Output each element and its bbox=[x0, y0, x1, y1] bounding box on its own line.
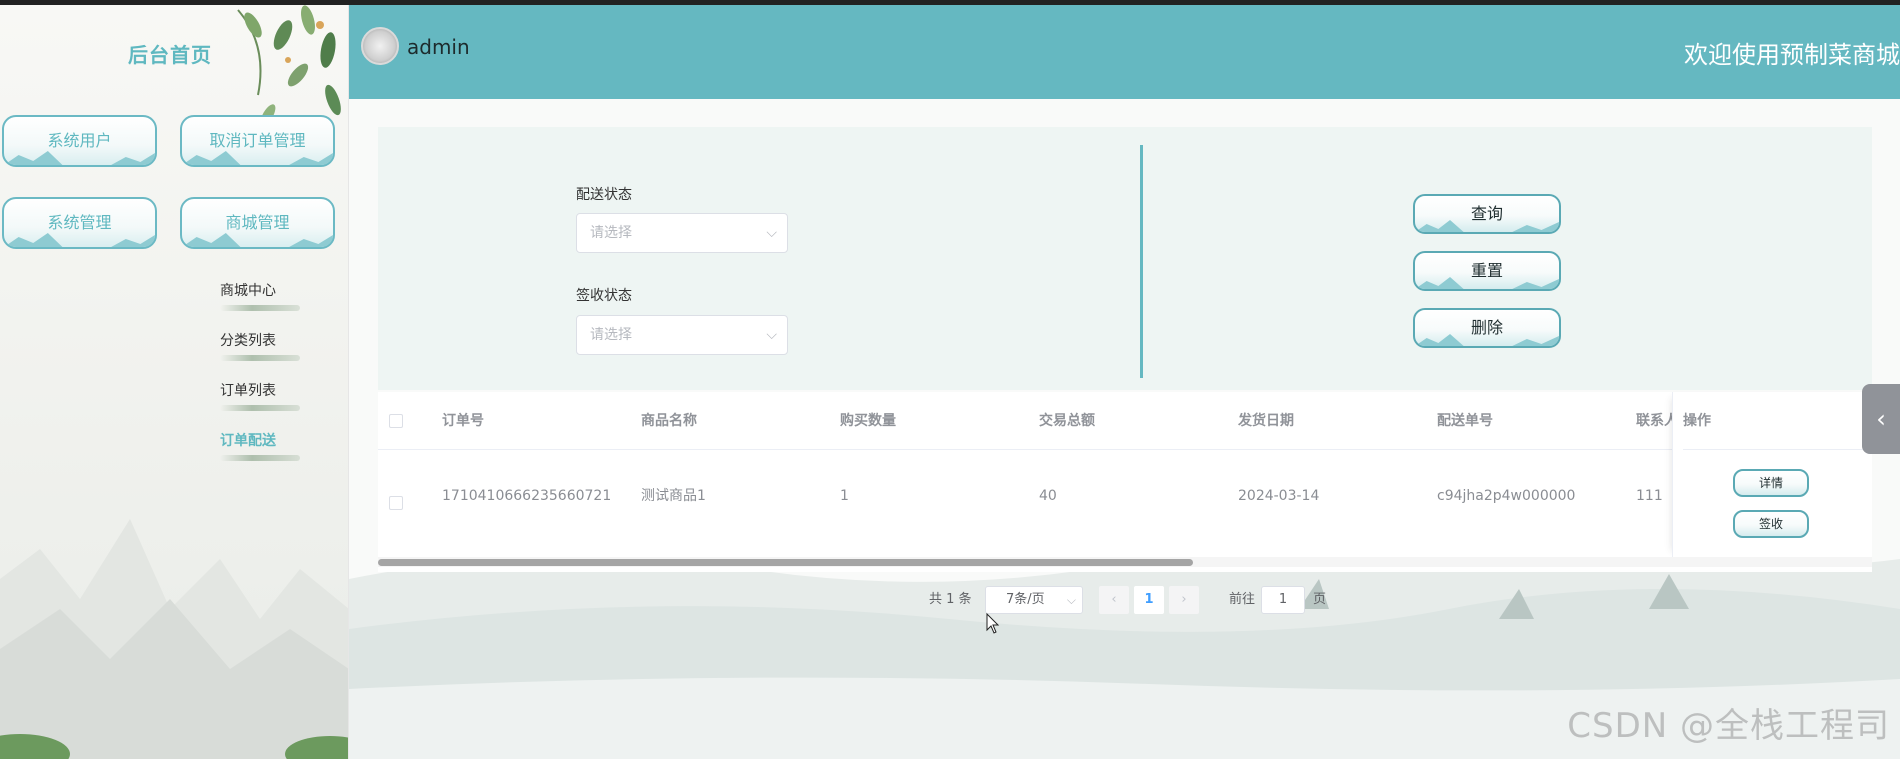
sub-item-category-list[interactable]: 分类列表 bbox=[220, 330, 320, 361]
select-placeholder: 请选择 bbox=[590, 225, 632, 241]
page-size-select[interactable]: 7条/页 ⌵ bbox=[985, 586, 1083, 614]
chevron-down-icon: ⌵ bbox=[766, 225, 777, 241]
delivery-status-label: 配送状态 bbox=[576, 187, 632, 203]
cell-ship-date: 2024-03-14 bbox=[1238, 488, 1320, 504]
sub-item-label: 商城中心 bbox=[220, 283, 276, 299]
detail-button[interactable]: 详情 bbox=[1733, 469, 1809, 497]
cell-contact: 111 bbox=[1636, 488, 1663, 504]
sign-button[interactable]: 签收 bbox=[1733, 510, 1809, 538]
column-header-order-no[interactable]: 订单号 bbox=[442, 392, 484, 450]
select-all-checkbox[interactable] bbox=[389, 414, 403, 428]
column-header-product[interactable]: 商品名称 bbox=[641, 392, 697, 450]
column-header-total[interactable]: 交易总额 bbox=[1039, 392, 1095, 450]
menu-item-mall-management[interactable]: 商城管理 bbox=[180, 197, 335, 249]
sub-item-label: 订单列表 bbox=[220, 383, 276, 399]
select-placeholder: 请选择 bbox=[590, 327, 632, 343]
menu-item-label: 系统管理 bbox=[47, 213, 112, 232]
sidebar-title[interactable]: 后台首页 bbox=[115, 39, 225, 68]
cell-product: 测试商品1 bbox=[641, 488, 706, 504]
welcome-text: 欢迎使用预制菜商城 bbox=[1684, 41, 1900, 69]
divider bbox=[1140, 145, 1143, 378]
cell-order-no: 1710410666235660721 bbox=[442, 488, 612, 504]
menu-item-label: 系统用户 bbox=[47, 131, 112, 150]
brush-stroke bbox=[220, 355, 300, 361]
query-button[interactable]: 查询 bbox=[1413, 194, 1561, 234]
cell-delivery-no: c94jha2p4w000000 bbox=[1437, 488, 1576, 504]
search-panel: 配送状态 请选择 ⌵ 签收状态 请选择 ⌵ 查询 重置 删除 bbox=[378, 127, 1872, 390]
receipt-status-select[interactable]: 请选择 ⌵ bbox=[576, 315, 788, 355]
watermark: CSDN @全栈工程司 bbox=[1567, 706, 1890, 746]
actions-column: 操作 详情 签收 bbox=[1672, 392, 1872, 557]
main-content: 配送状态 请选择 ⌵ 签收状态 请选择 ⌵ 查询 重置 删除 订单号 商品名称 … bbox=[349, 99, 1900, 759]
collapse-panel-button[interactable]: ‹ bbox=[1862, 384, 1900, 454]
next-page-button[interactable]: › bbox=[1169, 586, 1199, 614]
avatar[interactable] bbox=[361, 27, 399, 65]
chevron-left-icon: ‹ bbox=[1876, 405, 1886, 433]
column-header-quantity[interactable]: 购买数量 bbox=[840, 392, 896, 450]
goto-label: 前往 bbox=[1229, 592, 1256, 607]
button-label: 重置 bbox=[1470, 261, 1503, 280]
sub-item-label: 订单配送 bbox=[220, 433, 276, 449]
page-size-value: 7条/页 bbox=[1006, 592, 1045, 607]
receipt-status-label: 签收状态 bbox=[576, 288, 632, 304]
cell-quantity: 1 bbox=[840, 488, 849, 504]
sub-item-order-list[interactable]: 订单列表 bbox=[220, 380, 320, 411]
sub-item-label: 分类列表 bbox=[220, 333, 276, 349]
reset-button[interactable]: 重置 bbox=[1413, 251, 1561, 291]
menu-item-system-management[interactable]: 系统管理 bbox=[2, 197, 157, 249]
column-header-ship-date[interactable]: 发货日期 bbox=[1238, 392, 1294, 450]
table-header: 订单号 商品名称 购买数量 交易总额 发货日期 配送单号 联系人 bbox=[378, 392, 1872, 450]
button-label: 删除 bbox=[1470, 318, 1503, 337]
pagination-total: 共 1 条 bbox=[929, 592, 972, 607]
goto-page-input[interactable]: 1 bbox=[1261, 586, 1305, 614]
username[interactable]: admin bbox=[407, 35, 470, 59]
chevron-down-icon: ⌵ bbox=[766, 327, 777, 343]
brush-stroke bbox=[220, 405, 300, 411]
mountain-decoration bbox=[0, 519, 348, 759]
menu-item-cancel-orders[interactable]: 取消订单管理 bbox=[180, 115, 335, 167]
page-number-current[interactable]: 1 bbox=[1134, 586, 1164, 614]
delivery-status-select[interactable]: 请选择 ⌵ bbox=[576, 213, 788, 253]
menu-item-system-users[interactable]: 系统用户 bbox=[2, 115, 157, 167]
column-header-delivery-no[interactable]: 配送单号 bbox=[1437, 392, 1493, 450]
mouse-cursor-icon bbox=[986, 613, 1000, 634]
orders-table: 订单号 商品名称 购买数量 交易总额 发货日期 配送单号 联系人 1710410… bbox=[378, 392, 1872, 572]
delete-button[interactable]: 删除 bbox=[1413, 308, 1561, 348]
brush-stroke bbox=[220, 455, 300, 461]
cell-total: 40 bbox=[1039, 488, 1057, 504]
menu-item-label: 取消订单管理 bbox=[209, 131, 306, 150]
chevron-down-icon: ⌵ bbox=[1066, 593, 1076, 607]
sidebar: 后台首页 系统用户 取消订单管理 系统管理 商城管理 商城中心 分类列表 订单列… bbox=[0, 5, 349, 759]
prev-page-button[interactable]: ‹ bbox=[1099, 586, 1129, 614]
page-suffix: 页 bbox=[1313, 592, 1327, 607]
button-label: 查询 bbox=[1470, 204, 1503, 223]
horizontal-scrollbar[interactable] bbox=[378, 557, 1872, 567]
menu-item-label: 商城管理 bbox=[225, 213, 290, 232]
sub-item-mall-center[interactable]: 商城中心 bbox=[220, 280, 320, 311]
sub-item-order-delivery[interactable]: 订单配送 bbox=[220, 430, 320, 461]
row-checkbox[interactable] bbox=[389, 496, 403, 510]
header: admin 欢迎使用预制菜商城 bbox=[349, 5, 1900, 99]
column-header-actions: 操作 bbox=[1683, 392, 1863, 450]
scrollbar-thumb[interactable] bbox=[378, 559, 1193, 566]
brush-stroke bbox=[220, 305, 300, 311]
